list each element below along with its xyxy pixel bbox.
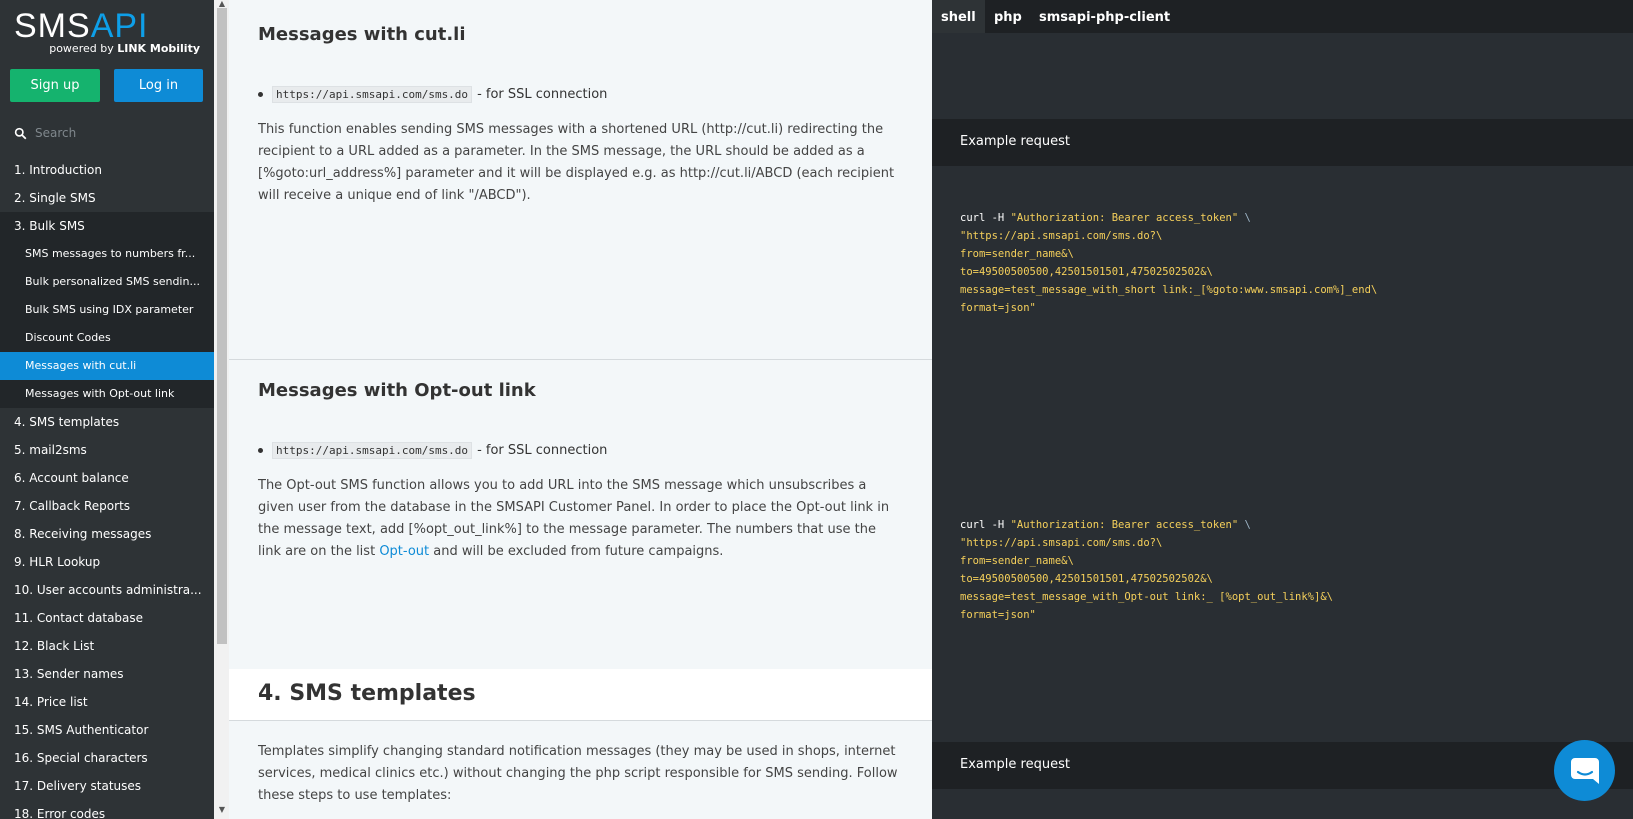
tab-smsapi-php-client[interactable]: smsapi-php-client	[1030, 0, 1179, 33]
example-request-header: Example request	[932, 119, 1633, 166]
endpoint-item-cutli: https://api.smsapi.com/sms.do - for SSL …	[258, 86, 607, 103]
sidebar-item-14-price-list[interactable]: 14. Price list	[0, 688, 214, 716]
sidebar-item-18-error-codes[interactable]: 18. Error codes	[0, 800, 214, 819]
bullet-dot	[258, 448, 263, 453]
sidebar-item-3-bulk-sms[interactable]: 3. Bulk SMS	[0, 212, 214, 240]
logo-powered-by: powered by LINK Mobility	[49, 42, 200, 55]
sidebar-item-17-delivery-statuses[interactable]: 17. Delivery statuses	[0, 772, 214, 800]
tab-php[interactable]: php	[985, 0, 1031, 33]
sidebar-item-bulk-sms-using-idx-parameter[interactable]: Bulk SMS using IDX parameter	[0, 296, 214, 324]
code-spacer	[932, 359, 1633, 474]
sidebar-item-15-sms-authenticator[interactable]: 15. SMS Authenticator	[0, 716, 214, 744]
example-request-label-2: Example request	[960, 757, 1070, 772]
chat-icon	[1570, 757, 1599, 784]
section-title-cutli: Messages with cut.li	[258, 24, 466, 45]
logo-wordmark: SMSAPI	[14, 7, 149, 45]
sidebar-item-10-user-accounts-administra[interactable]: 10. User accounts administra...	[0, 576, 214, 604]
scroll-up-arrow-icon[interactable]: ▲	[217, 0, 227, 8]
code-block-cutli: curl -H "Authorization: Bearer access_to…	[960, 212, 1378, 314]
search-input[interactable]	[35, 126, 205, 140]
bullet-dot	[258, 92, 263, 97]
sidebar-item-5-mail2sms[interactable]: 5. mail2sms	[0, 436, 214, 464]
sidebar-item-messages-with-cut-li[interactable]: Messages with cut.li	[0, 352, 214, 380]
sidebar-item-2-single-sms[interactable]: 2. Single SMS	[0, 184, 214, 212]
sidebar-item-9-hlr-lookup[interactable]: 9. HLR Lookup	[0, 548, 214, 576]
log-in-button[interactable]: Log in	[114, 69, 203, 102]
sidebar: SMSAPI powered by LINK Mobility Sign up …	[0, 0, 214, 819]
endpoint-code: https://api.smsapi.com/sms.do	[272, 86, 473, 103]
endpoint-item-optout: https://api.smsapi.com/sms.do - for SSL …	[258, 442, 607, 459]
endpoint-note: - for SSL connection	[477, 443, 608, 458]
example-request-header-2: Example request	[932, 742, 1633, 789]
endpoint-note: - for SSL connection	[477, 87, 608, 102]
cutli-description: This function enables sending SMS messag…	[258, 122, 895, 203]
sidebar-item-6-account-balance[interactable]: 6. Account balance	[0, 464, 214, 492]
sidebar-item-8-receiving-messages[interactable]: 8. Receiving messages	[0, 520, 214, 548]
section-header-templates: 4. SMS templates	[229, 669, 932, 721]
main-content: Messages with cut.li https://api.smsapi.…	[229, 0, 932, 819]
tab-shell[interactable]: shell	[932, 0, 985, 33]
sidebar-item-sms-messages-to-numbers-fr[interactable]: SMS messages to numbers fr...	[0, 240, 214, 268]
optout-description: The Opt-out SMS function allows you to a…	[258, 478, 890, 559]
language-tabs: shell php smsapi-php-client	[932, 0, 1633, 33]
templates-description: Templates simplify changing standard not…	[258, 744, 898, 803]
sidebar-item-discount-codes[interactable]: Discount Codes	[0, 324, 214, 352]
scroll-down-arrow-icon[interactable]: ▼	[217, 806, 227, 814]
sidebar-item-4-sms-templates[interactable]: 4. SMS templates	[0, 408, 214, 436]
sidebar-item-1-introduction[interactable]: 1. Introduction	[0, 156, 214, 184]
sidebar-scrollbar[interactable]: ▲ ▼	[214, 0, 229, 819]
sidebar-item-7-callback-reports[interactable]: 7. Callback Reports	[0, 492, 214, 520]
code-pane: shell php smsapi-php-client Example requ…	[932, 0, 1633, 819]
opt-out-link[interactable]: Opt-out	[379, 544, 429, 559]
search-icon	[14, 127, 27, 139]
section-divider	[229, 359, 932, 360]
sidebar-item-messages-with-opt-out-link[interactable]: Messages with Opt-out link	[0, 380, 214, 408]
sidebar-item-13-sender-names[interactable]: 13. Sender names	[0, 660, 214, 688]
table-of-contents: 1. Introduction 2. Single SMS 3. Bulk SMS S…	[0, 156, 214, 819]
sign-up-button[interactable]: Sign up	[10, 69, 100, 102]
endpoint-code: https://api.smsapi.com/sms.do	[272, 442, 473, 459]
scrollbar-thumb[interactable]	[217, 8, 227, 644]
chat-launcher-button[interactable]	[1554, 740, 1615, 801]
example-request-label: Example request	[960, 134, 1070, 149]
sidebar-item-12-black-list[interactable]: 12. Black List	[0, 632, 214, 660]
section-title-optout: Messages with Opt-out link	[258, 380, 536, 401]
section-title-templates: 4. SMS templates	[258, 681, 476, 706]
code-block-optout: curl -H "Authorization: Bearer access_to…	[960, 519, 1333, 621]
sidebar-item-16-special-characters[interactable]: 16. Special characters	[0, 744, 214, 772]
sidebar-item-bulk-personalized-sms-sendin[interactable]: Bulk personalized SMS sendin...	[0, 268, 214, 296]
sidebar-item-11-contact-database[interactable]: 11. Contact database	[0, 604, 214, 632]
smsapi-logo[interactable]: SMSAPI powered by LINK Mobility	[14, 8, 200, 56]
search-box[interactable]	[0, 120, 214, 146]
